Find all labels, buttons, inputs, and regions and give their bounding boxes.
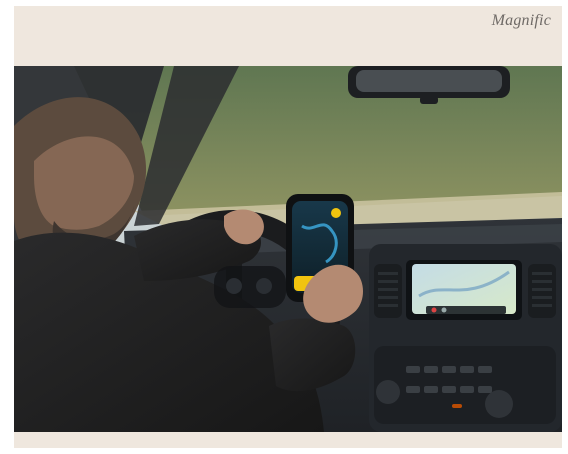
driver-phone-photo (14, 66, 562, 432)
radio-knob-right (485, 390, 513, 418)
mirror-mount (420, 96, 438, 104)
screen-button (441, 307, 447, 313)
screen-toolbar (426, 306, 506, 314)
screen-button-red (431, 307, 437, 313)
photo-illustration (14, 66, 562, 432)
radio-knob-left (376, 380, 400, 404)
page-frame: Magnific (0, 0, 568, 454)
instrument-cluster (214, 266, 286, 308)
mirror-glass (356, 70, 502, 92)
gauge-right (256, 278, 272, 294)
watermark-text: Magnific (491, 12, 551, 29)
radio-panel (374, 346, 556, 424)
radio-indicator (452, 404, 462, 408)
phone-accent (331, 208, 341, 218)
gauge-left (226, 278, 242, 294)
